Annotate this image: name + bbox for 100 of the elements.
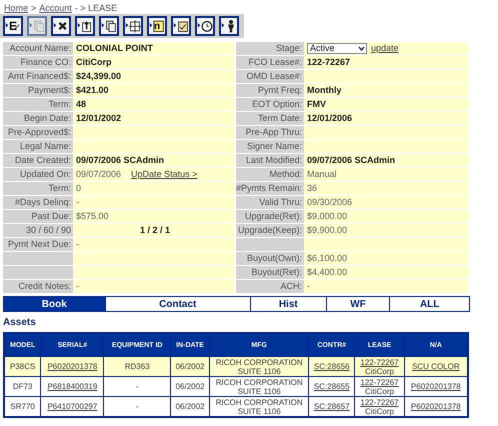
field-label: Payment$: [3, 84, 73, 97]
field-label: Last Modified: [236, 154, 304, 167]
field-label: Amt Financed$: [3, 70, 73, 83]
field-label: Credit Notes: [3, 280, 73, 293]
field-value: 09/07/2006 SCAdmin [304, 154, 468, 167]
field-label: Account Name: [3, 42, 73, 55]
stage-dropdown[interactable]: Active [307, 43, 367, 54]
field-label: 30 / 60 / 90 [3, 224, 73, 237]
lease-company: CitiCorp [365, 386, 394, 396]
field-value: - [73, 196, 234, 209]
update-status-link[interactable]: UpDate Status > [131, 168, 198, 181]
lease-link[interactable]: 122-72267 [360, 378, 399, 386]
field-label: Upgrade(Ret): [236, 210, 304, 223]
field-label: Finance CO: [3, 56, 73, 69]
table-cell: RICOH CORPORATION SUITE 1106 [210, 376, 309, 396]
lease-company: CitiCorp [365, 366, 394, 376]
breadcrumb-link[interactable]: Home [4, 2, 28, 12]
field-value: 12/01/2006 [304, 112, 468, 125]
field-label: Buyout(Ret): [236, 266, 304, 279]
field-label: Term: [3, 182, 73, 195]
grid-icon [125, 18, 141, 34]
edit-button[interactable]: E [3, 16, 23, 36]
label-cell [3, 252, 73, 265]
field-label: Pymt Next Due: [3, 238, 73, 251]
field-value: CitiCorp [73, 56, 234, 69]
field-value: 09/30/2006 [304, 196, 468, 209]
field-value: - [73, 280, 234, 293]
field-value: 09/07/2006 SCAdmin [73, 154, 234, 167]
note-icon [149, 18, 165, 34]
field-value: 09/07/2006 [76, 168, 122, 181]
update-link[interactable]: update [371, 42, 399, 55]
field-label: Valid Thru: [236, 196, 304, 209]
field-label: Legal Name: [3, 140, 73, 153]
field-label: Term: [3, 98, 73, 111]
field-value: 1 / 2 / 1 [73, 224, 234, 237]
field-value: $9,900.00 [304, 224, 468, 237]
field-label: Pymt Freq: [236, 84, 304, 97]
field-value: $9,000.00 [304, 210, 468, 223]
table-cell: - [104, 376, 170, 396]
field-value: $4,400.00 [304, 266, 468, 279]
lease-link[interactable]: 122-72267 [360, 358, 399, 366]
field-value: $24,399.00 [73, 70, 234, 83]
field-label: Begin Date: [3, 112, 73, 125]
lease-link[interactable]: 122-72267 [360, 398, 399, 406]
person-button[interactable] [219, 16, 239, 36]
field-value: 36 [304, 182, 468, 195]
delete-button[interactable] [51, 16, 71, 36]
field-label: Method: [236, 168, 304, 181]
field-label: Upgrade(Keep): [236, 224, 304, 237]
field-label: FCO Lease#: [236, 56, 304, 69]
note-button[interactable]: n [147, 16, 167, 36]
field-label: Term Date: [236, 112, 304, 125]
field-label: Past Due: [3, 210, 73, 223]
field-value: COLONIAL POINT [73, 42, 234, 55]
field-label: OMD Lease#: [236, 70, 304, 83]
field-label: Updated On: [3, 168, 73, 181]
table-cell: RICOH CORPORATION SUITE 1106 [210, 356, 309, 376]
breadcrumb-text: - > LEASE [74, 2, 118, 12]
grid-button[interactable] [123, 16, 143, 36]
field-label: EOT Option: [236, 98, 304, 111]
field-value: $421.00 [73, 84, 234, 97]
table-cell: 06/2002 [170, 356, 210, 376]
caret-icon [358, 45, 365, 52]
field-label: #Days Delinq: [3, 196, 73, 209]
field-label: Stage: [236, 42, 304, 55]
clock-icon [197, 18, 213, 34]
clipboard-button[interactable] [171, 16, 191, 36]
field-value: - [73, 238, 234, 251]
lease-company: CitiCorp [365, 406, 394, 416]
copy-icon [101, 18, 117, 34]
field-label: #Pymts Remain: [236, 182, 304, 195]
field-value: - [304, 280, 468, 293]
copy-icon [29, 18, 45, 34]
table-cell: 06/2002 [170, 376, 210, 396]
field-label: Pre-Approved$: [3, 126, 73, 139]
table-cell: P38CS [4, 356, 41, 376]
clock-button[interactable] [195, 16, 215, 36]
field-value: $6,100.00 [304, 252, 468, 265]
field-label: ACH: [236, 280, 304, 293]
upload-button[interactable] [75, 16, 95, 36]
breadcrumb-link[interactable]: Account [39, 2, 72, 12]
field-value: 122-72267 [304, 56, 468, 69]
field-label: Signer Name: [236, 140, 304, 153]
field-label: Date Created: [3, 154, 73, 167]
field-label: Buyout(Own): [236, 252, 304, 265]
field-value: Manual [304, 168, 468, 181]
copy-button[interactable] [99, 16, 119, 36]
label-cell [3, 266, 73, 279]
field-value: 48 [73, 98, 234, 111]
field-value: 0 [73, 182, 234, 195]
label-cell [236, 238, 304, 251]
table-cell: RD363 [104, 356, 170, 376]
field-value: $575.00 [73, 210, 234, 223]
field-value: FMV [304, 98, 468, 111]
field-value: 12/01/2002 [73, 112, 234, 125]
section-title: Assets [3, 317, 36, 328]
breadcrumb-text: > [31, 2, 36, 12]
table-cell: DF73 [4, 376, 41, 396]
tab[interactable]: Book [4, 297, 106, 311]
field-value: Monthly [304, 84, 468, 97]
